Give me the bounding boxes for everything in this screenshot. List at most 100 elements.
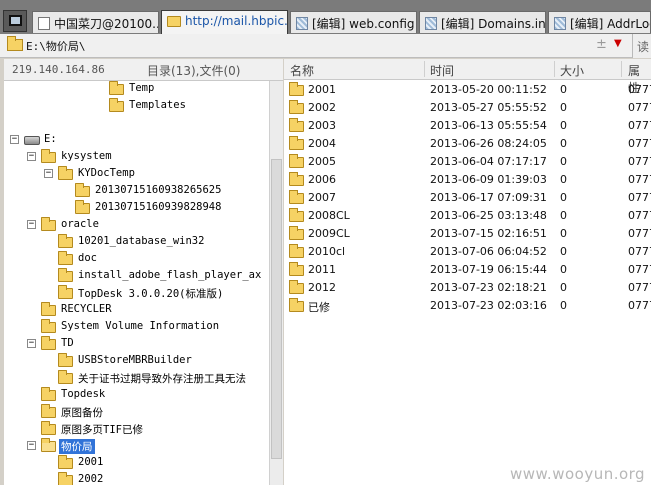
tree-node[interactable]: − KYDocTemp (4, 166, 269, 183)
path-input[interactable] (26, 37, 586, 54)
file-row[interactable]: 2007 2013-06-17 07:09:31 0 0777 (284, 189, 651, 207)
folder-icon (289, 118, 304, 132)
tree-node[interactable] (4, 115, 269, 132)
file-attr: 0777 (628, 245, 651, 258)
file-name: 2004 (308, 137, 336, 150)
file-row[interactable]: 已修 2013-07-23 02:03:16 0 0777 (284, 297, 651, 315)
tree-node[interactable]: 10201_database_win32 (4, 234, 269, 251)
file-row[interactable]: 2012 2013-07-23 02:18:21 0 0777 (284, 279, 651, 297)
tree-node-label: 原图多页TIF已修 (61, 424, 143, 436)
file-name: 2005 (308, 155, 336, 168)
folder-icon (41, 319, 56, 333)
file-row[interactable]: 2005 2013-06-04 07:17:17 0 0777 (284, 153, 651, 171)
file-attr: 0777 (628, 137, 651, 150)
tab-shell[interactable]: 中国菜刀@20100... (32, 11, 159, 33)
collapse-toggle-icon[interactable]: − (27, 220, 36, 229)
file-name: 2008CL (308, 209, 350, 222)
tree-node-label: Topdesk (61, 388, 106, 400)
file-size: 0 (560, 299, 567, 312)
tree-node[interactable]: USBStoreMBRBuilder (4, 353, 269, 370)
tree-node[interactable]: 2002 (4, 472, 269, 485)
tree-node[interactable]: 2001 (4, 455, 269, 472)
tree-node[interactable]: RECYCLER (4, 302, 269, 319)
tree-node[interactable]: − 物价局 (4, 438, 269, 455)
folder-icon (58, 166, 73, 180)
file-attr: 0777 (628, 83, 651, 96)
tab-label: [编辑] AddrLook (570, 17, 650, 31)
collapse-toggle-icon[interactable]: − (27, 441, 36, 450)
file-attr: 0777 (628, 155, 651, 168)
file-name: 2003 (308, 119, 336, 132)
plus-minus-icon[interactable]: ± (596, 37, 607, 52)
collapse-toggle-icon[interactable]: − (27, 152, 36, 161)
tree-node[interactable]: System Volume Information (4, 319, 269, 336)
file-name: 2006 (308, 173, 336, 186)
file-attr: 0777 (628, 119, 651, 132)
file-time: 2013-06-17 07:09:31 (430, 191, 547, 204)
column-size[interactable]: 大小 (560, 62, 584, 79)
file-row[interactable]: 2002 2013-05-27 05:55:52 0 0777 (284, 99, 651, 117)
tree-node[interactable]: 20130715160939828948 (4, 200, 269, 217)
file-row[interactable]: 2006 2013-06-09 01:39:03 0 0777 (284, 171, 651, 189)
folder-icon (289, 244, 304, 258)
file-attr: 0777 (628, 173, 651, 186)
scrollbar-thumb[interactable] (271, 159, 282, 459)
folder-icon (289, 136, 304, 150)
file-row[interactable]: 2003 2013-06-13 05:55:54 0 0777 (284, 117, 651, 135)
file-row[interactable]: 2001 2013-05-20 00:11:52 0 0777 (284, 81, 651, 99)
column-time[interactable]: 时间 (430, 62, 454, 79)
watermark: www.wooyun.org (510, 465, 646, 483)
folder-icon (75, 200, 90, 214)
folder-icon (289, 154, 304, 168)
tree-node-label: oracle (61, 218, 99, 230)
tree-node[interactable]: 20130715160938265625 (4, 183, 269, 200)
collapse-toggle-icon[interactable]: − (27, 339, 36, 348)
tree-node[interactable]: − E: (4, 132, 269, 149)
file-size: 0 (560, 119, 567, 132)
tree-node[interactable]: − kysystem (4, 149, 269, 166)
tree-node[interactable]: TopDesk 3.0.0.20(标准版) (4, 285, 269, 302)
tree-node[interactable]: Topdesk (4, 387, 269, 404)
tree-node[interactable]: Templates (4, 98, 269, 115)
tab-domains-ini[interactable]: [编辑] Domains.ini (419, 11, 546, 33)
file-row[interactable]: 2010cl 2013-07-06 06:04:52 0 0777 (284, 243, 651, 261)
column-header: 名称 时间 大小 属性 (284, 59, 651, 95)
tree-node[interactable]: − oracle (4, 217, 269, 234)
file-row[interactable]: 2011 2013-07-19 06:15:44 0 0777 (284, 261, 651, 279)
tree-node[interactable]: 原图备份 (4, 404, 269, 421)
tree-node[interactable]: install_adobe_flash_player_ax (4, 268, 269, 285)
file-time: 2013-06-13 05:55:54 (430, 119, 547, 132)
directory-count: 目录(13),文件(0) (147, 64, 241, 78)
collapse-toggle-icon[interactable]: − (44, 169, 53, 178)
file-name: 2007 (308, 191, 336, 204)
column-name[interactable]: 名称 (290, 62, 314, 79)
tree-node[interactable]: − TD (4, 336, 269, 353)
tree-node[interactable]: Temp (4, 81, 269, 98)
file-row[interactable]: 2004 2013-06-26 08:24:05 0 0777 (284, 135, 651, 153)
read-button[interactable]: 读 (632, 34, 651, 58)
tree-node-label: 物价局 (59, 439, 95, 454)
collapse-toggle-icon[interactable]: − (10, 135, 19, 144)
file-size: 0 (560, 101, 567, 114)
tree-node[interactable]: 原图多页TIF已修 (4, 421, 269, 438)
folder-icon (289, 208, 304, 222)
file-size: 0 (560, 227, 567, 240)
file-time: 2013-07-06 06:04:52 (430, 245, 547, 258)
folder-icon (41, 302, 56, 316)
tree-node[interactable]: 关于证书过期导致外存注册工具无法 (4, 370, 269, 387)
tree-scrollbar[interactable] (269, 81, 283, 485)
file-time: 2013-06-04 07:17:17 (430, 155, 547, 168)
home-screen-icon[interactable] (3, 10, 27, 32)
address-bar: ± ▼ 读 (0, 34, 651, 58)
tree-node[interactable]: doc (4, 251, 269, 268)
tab-file-manager[interactable]: http://mail.hbpic.g... (161, 10, 288, 34)
file-row[interactable]: 2009CL 2013-07-15 02:16:51 0 0777 (284, 225, 651, 243)
file-row[interactable]: 2008CL 2013-06-25 03:13:48 0 0777 (284, 207, 651, 225)
file-time: 2013-07-15 02:16:51 (430, 227, 547, 240)
file-time: 2013-07-23 02:03:16 (430, 299, 547, 312)
tab-web-config[interactable]: [编辑] web.config (290, 11, 417, 33)
file-name: 2001 (308, 83, 336, 96)
tab-addrlook[interactable]: [编辑] AddrLook (548, 11, 651, 33)
tab-label: [编辑] web.config (312, 17, 415, 31)
chevron-down-icon[interactable]: ▼ (614, 38, 622, 49)
